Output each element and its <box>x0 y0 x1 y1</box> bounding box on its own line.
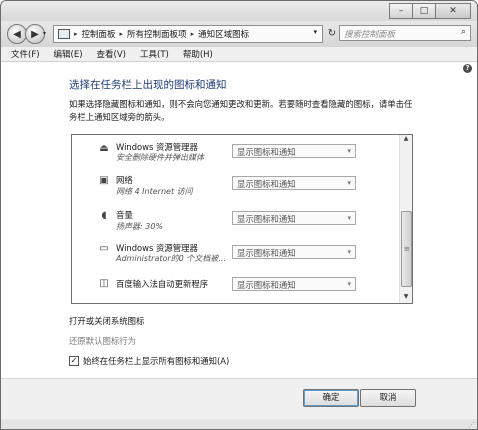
behavior-select[interactable]: 显示图标和通知 ▾ <box>232 277 356 291</box>
behavior-value: 显示图标和通知 <box>237 147 296 157</box>
control-panel-window: – □ ✕ ◀ ▶ ▾ ▸ 控制面板 ▸ 所有控制面板项 ▸ 通知区域图标 ▾ … <box>0 0 478 430</box>
item-description: 安全删除硬件并弹出媒体 <box>116 153 204 162</box>
scroll-up-icon[interactable]: ▲ <box>400 135 412 145</box>
list-item: ◫ 百度输入法自动更新程序 显示图标和通知 ▾ <box>72 269 398 303</box>
always-show-checkbox[interactable]: ✓ <box>69 356 79 366</box>
help-icon[interactable]: ? <box>463 64 472 73</box>
breadcrumb-separator[interactable]: ▸ <box>74 30 78 38</box>
restore-default-link[interactable]: 还原默认图标行为 <box>69 335 136 347</box>
ok-button[interactable]: 确定 <box>303 389 359 407</box>
behavior-value: 显示图标和通知 <box>237 179 296 189</box>
search-input[interactable]: 搜索控制面板 ⌕ <box>339 25 471 41</box>
cancel-button[interactable]: 取消 <box>360 389 416 407</box>
notification-icons-list[interactable]: ⏏ Windows 资源管理器 安全删除硬件并弹出媒体 显示图标和通知 ▾ ▣ … <box>71 134 413 304</box>
resize-grip-icon[interactable]: ⋰ <box>468 421 475 429</box>
address-dropdown-icon[interactable]: ▾ <box>313 28 317 36</box>
network-icon: ▣ <box>99 175 109 186</box>
maximize-button[interactable]: □ <box>412 3 436 19</box>
list-item: ▣ 网络 网络 4 Internet 访问 显示图标和通知 ▾ <box>72 169 398 203</box>
chevron-down-icon: ▾ <box>347 214 351 222</box>
behavior-select[interactable]: 显示图标和通知 ▾ <box>232 176 356 190</box>
scroll-down-icon[interactable]: ▼ <box>400 293 412 303</box>
behavior-value: 显示图标和通知 <box>237 248 296 258</box>
list-item: ⏏ Windows 资源管理器 安全删除硬件并弹出媒体 显示图标和通知 ▾ <box>72 135 398 169</box>
list-item: ◖ 音量 扬声器: 30% 显示图标和通知 ▾ <box>72 203 398 237</box>
refresh-button[interactable]: ↻ <box>325 26 339 40</box>
close-button[interactable]: ✕ <box>435 3 471 19</box>
ime-update-icon: ◫ <box>99 278 109 289</box>
address-bar[interactable]: ▸ 控制面板 ▸ 所有控制面板项 ▸ 通知区域图标 ▾ <box>53 25 323 43</box>
usb-eject-icon: ⏏ <box>99 143 109 154</box>
speaker-icon: ◖ <box>101 210 107 221</box>
chevron-down-icon: ▾ <box>347 248 351 256</box>
status-bar: ⋰ <box>1 419 477 429</box>
main-content: ? 选择在任务栏上出现的图标和通知 如果选择隐藏图标和通知，则不会向您通知更改和… <box>1 62 477 378</box>
search-icon[interactable]: ⌕ <box>461 27 466 37</box>
menu-tools[interactable]: 工具(T) <box>140 48 169 60</box>
minimize-button[interactable]: – <box>389 3 413 19</box>
chevron-down-icon: ▾ <box>347 179 351 187</box>
list-item: ▭ Windows 资源管理器 Administrator的0 个文档被... … <box>72 237 398 271</box>
forward-arrow-icon: ▶ <box>31 28 39 40</box>
behavior-select[interactable]: 显示图标和通知 ▾ <box>232 211 356 225</box>
item-description: 扬声器: 30% <box>116 222 164 231</box>
grip-icon: ≡ <box>404 245 410 253</box>
breadcrumb-notification-icons[interactable]: 通知区域图标 <box>198 28 249 40</box>
list-scrollbar[interactable]: ▲ ≡ ▼ <box>399 135 412 303</box>
scroll-thumb[interactable]: ≡ <box>401 211 412 287</box>
breadcrumb-separator[interactable]: ▸ <box>120 30 124 38</box>
breadcrumb-separator[interactable]: ▸ <box>191 30 195 38</box>
refresh-icon: ↻ <box>327 27 337 39</box>
breadcrumb-all-items[interactable]: 所有控制面板项 <box>127 28 187 40</box>
back-arrow-icon: ◀ <box>13 28 21 40</box>
page-description: 如果选择隐藏图标和通知，则不会向您通知更改和更新。若要随时查看隐藏的图标，请单击… <box>69 99 413 122</box>
always-show-option[interactable]: ✓ 始终在任务栏上显示所有图标和通知(A) <box>69 355 229 367</box>
forward-button[interactable]: ▶ <box>25 24 45 44</box>
behavior-value: 显示图标和通知 <box>237 214 296 224</box>
control-panel-icon <box>58 29 70 39</box>
menu-bar: 文件(F) 编辑(E) 查看(V) 工具(T) 帮助(H) <box>1 47 477 62</box>
item-description: 网络 4 Internet 访问 <box>116 187 193 196</box>
menu-file[interactable]: 文件(F) <box>11 48 40 60</box>
menu-edit[interactable]: 编辑(E) <box>54 48 83 60</box>
dialog-footer: 确定 取消 <box>1 378 477 420</box>
caption-buttons: – □ ✕ <box>389 3 471 19</box>
system-icons-link[interactable]: 打开或关闭系统图标 <box>69 315 144 327</box>
item-name: 百度输入法自动更新程序 <box>116 279 209 289</box>
computer-icon: ▭ <box>99 243 109 254</box>
menu-view[interactable]: 查看(V) <box>97 48 126 60</box>
item-name: 网络 <box>116 175 133 185</box>
behavior-select[interactable]: 显示图标和通知 ▾ <box>232 144 356 158</box>
back-button[interactable]: ◀ <box>7 24 27 44</box>
recent-pages-dropdown[interactable]: ▾ <box>43 30 46 37</box>
navigation-bar: ◀ ▶ ▾ ▸ 控制面板 ▸ 所有控制面板项 ▸ 通知区域图标 ▾ ↻ 搜索控制… <box>1 21 477 47</box>
page-title: 选择在任务栏上出现的图标和通知 <box>69 79 227 91</box>
breadcrumb-control-panel[interactable]: 控制面板 <box>82 28 116 40</box>
behavior-select[interactable]: 显示图标和通知 ▾ <box>232 245 356 259</box>
chevron-down-icon: ▾ <box>347 147 351 155</box>
item-description: Administrator的0 个文档被... <box>116 254 226 263</box>
menu-help[interactable]: 帮助(H) <box>183 48 213 60</box>
title-bar[interactable]: – □ ✕ <box>1 1 477 21</box>
item-name: 音量 <box>116 210 133 220</box>
always-show-label[interactable]: 始终在任务栏上显示所有图标和通知(A) <box>83 355 229 367</box>
behavior-value: 显示图标和通知 <box>237 280 296 290</box>
search-placeholder: 搜索控制面板 <box>344 30 396 40</box>
chevron-down-icon: ▾ <box>347 280 351 288</box>
